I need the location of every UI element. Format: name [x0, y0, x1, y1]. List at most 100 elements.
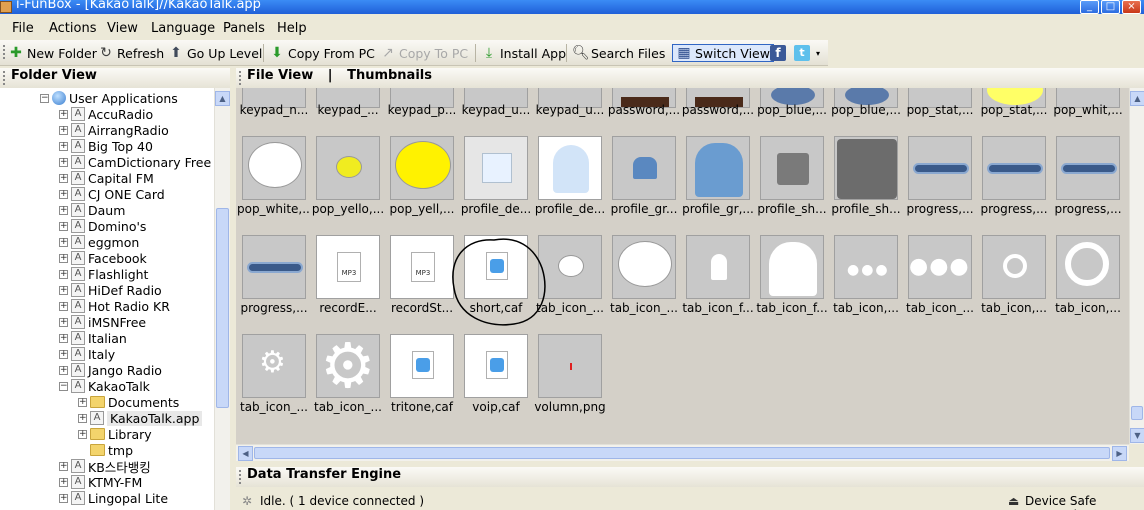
file-name-label[interactable]: pop_yello,... — [311, 202, 385, 216]
file-name-label[interactable]: progress,... — [903, 202, 977, 216]
file-thumbnail[interactable] — [242, 136, 306, 200]
file-name-label[interactable]: tab_icon_... — [533, 301, 607, 315]
tree-node-app[interactable]: + A KTMY-FM — [59, 474, 142, 490]
file-name-label[interactable]: progress,... — [977, 202, 1051, 216]
file-thumbnail[interactable] — [538, 235, 602, 299]
expand-toggle[interactable]: + — [59, 189, 68, 199]
expand-toggle[interactable]: + — [59, 477, 68, 487]
refresh-button[interactable]: ↻ Refresh — [98, 44, 164, 62]
tree-node-app[interactable]: + A Jango Radio — [59, 362, 162, 378]
file-thumbnail[interactable] — [982, 136, 1046, 200]
file-name-label[interactable]: tab_icon_... — [607, 301, 681, 315]
file-name-label[interactable]: progress,... — [237, 301, 311, 315]
file-name-label[interactable]: short,caf — [459, 301, 533, 315]
file-thumbnail[interactable] — [390, 334, 454, 398]
tree-node-app[interactable]: + A Big Top 40 — [59, 138, 153, 154]
search-files-button[interactable]: 🔍︎ Search Files — [572, 44, 665, 62]
tree-node-app[interactable]: + Aeggmon — [59, 234, 139, 250]
expand-toggle[interactable]: + — [59, 109, 68, 119]
folder-tree-scrollbar[interactable]: ▲ — [214, 88, 230, 510]
file-thumbnail[interactable] — [242, 235, 306, 299]
file-name-label[interactable]: pop_stat,... — [977, 103, 1051, 117]
expand-toggle[interactable]: + — [78, 397, 87, 407]
file-name-label[interactable]: voip,caf — [459, 400, 533, 414]
expand-toggle[interactable]: + — [59, 253, 68, 263]
file-thumbnail[interactable] — [316, 136, 380, 200]
menu-file[interactable]: File — [12, 21, 34, 36]
file-name-label[interactable]: tab_icon,... — [1051, 301, 1125, 315]
file-view-hscrollbar[interactable]: ◀ ▶ — [236, 444, 1129, 461]
file-name-label[interactable]: profile_gr... — [607, 202, 681, 216]
file-thumbnail[interactable] — [1056, 136, 1120, 200]
file-name-label[interactable]: pop_blue,... — [755, 103, 829, 117]
panel-grip[interactable] — [239, 71, 242, 85]
file-thumbnail[interactable] — [686, 136, 750, 200]
scroll-right-button[interactable]: ▶ — [1112, 446, 1127, 461]
file-thumbnail[interactable] — [538, 334, 602, 398]
maximize-button[interactable]: □ — [1101, 0, 1120, 14]
tree-node-app[interactable]: + A KB스타뱅킹 — [59, 458, 151, 475]
expand-toggle[interactable]: + — [59, 269, 68, 279]
twitter-button[interactable]: t — [794, 44, 810, 62]
file-name-label[interactable]: keypad_p... — [385, 103, 459, 117]
tree-node-app[interactable]: + AiMSNFree — [59, 314, 146, 330]
menu-help[interactable]: Help — [277, 21, 307, 36]
file-name-label[interactable]: volumn,png — [533, 400, 607, 414]
expand-toggle[interactable]: + — [59, 333, 68, 343]
file-thumbnail[interactable] — [612, 235, 676, 299]
file-name-label[interactable]: tab_icon_f... — [681, 301, 755, 315]
scroll-thumb[interactable] — [254, 447, 1110, 459]
install-app-button[interactable]: ⤓ Install App — [481, 44, 566, 62]
tree-node-app[interactable]: + A Domino's — [59, 218, 146, 234]
file-thumbnail[interactable]: ⚙ — [316, 334, 380, 398]
file-name-label[interactable]: tab_icon_... — [311, 400, 385, 414]
file-thumbnail[interactable] — [1056, 235, 1120, 299]
scroll-up-button[interactable]: ▲ — [1130, 91, 1144, 106]
expand-toggle[interactable]: + — [59, 157, 68, 167]
expand-toggle[interactable]: + — [59, 301, 68, 311]
file-name-label[interactable]: tab_icon_... — [903, 301, 977, 315]
file-thumbnail[interactable]: ⚙ — [242, 334, 306, 398]
switch-view-button[interactable]: ▦ Switch View — [672, 44, 774, 62]
toolbar-overflow-button[interactable]: ▾ — [816, 44, 820, 62]
file-name-label[interactable]: password,... — [681, 103, 755, 117]
scroll-down-button[interactable]: ▼ — [1130, 428, 1144, 443]
new-folder-button[interactable]: ✚ New Folder — [8, 44, 97, 62]
file-name-label[interactable]: tritone,caf — [385, 400, 459, 414]
file-thumbnail[interactable] — [760, 136, 824, 200]
file-name-label[interactable]: profile_de... — [533, 202, 607, 216]
file-thumbnail[interactable]: MP3 — [390, 235, 454, 299]
expand-toggle[interactable]: + — [59, 221, 68, 231]
menu-actions[interactable]: Actions — [49, 21, 97, 36]
file-thumbnail[interactable] — [760, 235, 824, 299]
scroll-thumb[interactable] — [216, 208, 229, 408]
device-safe-removal-button[interactable]: Device Safe Removal — [1025, 494, 1144, 510]
file-name-label[interactable]: keypad_n... — [237, 103, 311, 117]
tree-node-user-applications[interactable]: − User Applications — [40, 90, 178, 106]
file-name-label[interactable]: keypad_u... — [533, 103, 607, 117]
file-name-label[interactable]: pop_yell,... — [385, 202, 459, 216]
tree-node-app[interactable]: − A KakaoTalk — [59, 378, 150, 394]
tree-node-app[interactable]: + A Hot Radio KR — [59, 298, 170, 314]
file-thumbnail[interactable] — [464, 235, 528, 299]
expand-toggle[interactable]: + — [59, 365, 68, 375]
file-name-label[interactable]: profile_sh... — [755, 202, 829, 216]
file-thumbnail[interactable] — [464, 136, 528, 200]
file-name-label[interactable]: progress,... — [1051, 202, 1125, 216]
expand-toggle[interactable]: + — [59, 237, 68, 247]
file-name-label[interactable]: pop_blue,... — [829, 103, 903, 117]
file-thumbnail[interactable] — [686, 235, 750, 299]
menu-view[interactable]: View — [107, 21, 138, 36]
expand-toggle[interactable]: + — [78, 429, 87, 439]
expand-toggle[interactable]: + — [59, 125, 68, 135]
file-thumbnail[interactable]: MP3 — [316, 235, 380, 299]
menu-language[interactable]: Language — [151, 21, 215, 36]
file-thumbnail[interactable] — [538, 136, 602, 200]
scroll-up-button[interactable]: ▲ — [215, 91, 230, 106]
copy-to-pc-button[interactable]: ↗ Copy To PC — [380, 44, 468, 62]
file-name-label[interactable]: profile_gr,... — [681, 202, 755, 216]
expand-toggle[interactable]: + — [59, 317, 68, 327]
minimize-button[interactable]: _ — [1080, 0, 1099, 14]
file-name-label[interactable]: keypad_... — [311, 103, 385, 117]
file-name-label[interactable]: profile_de... — [459, 202, 533, 216]
